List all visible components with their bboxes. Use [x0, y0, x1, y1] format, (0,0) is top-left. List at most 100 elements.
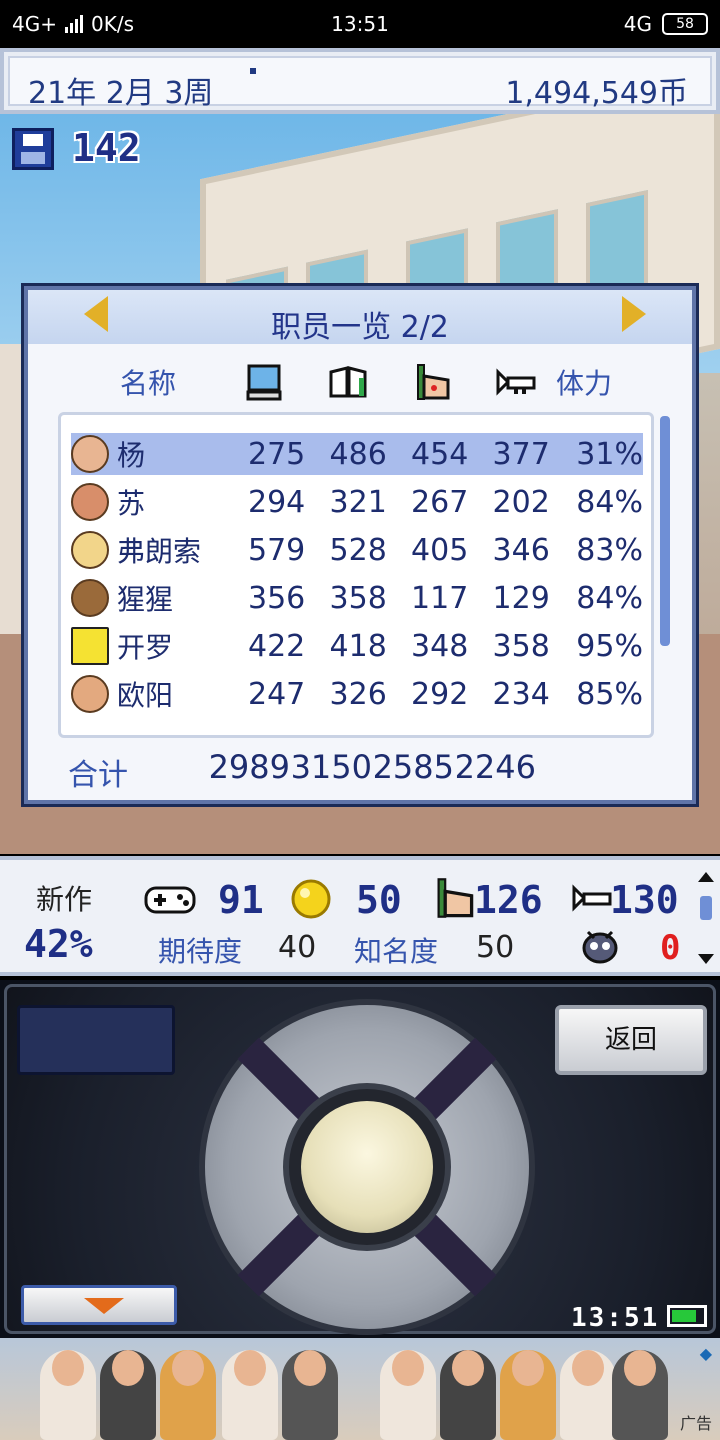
staff-avatar	[71, 531, 109, 569]
scroll-up-arrow-icon[interactable]	[698, 872, 714, 882]
paint-icon[interactable]	[412, 362, 452, 402]
stat-programming: 275	[248, 436, 306, 472]
stat-programming: 422	[248, 628, 306, 664]
staff-name: 杨	[117, 439, 146, 472]
staff-row[interactable]: 欧阳 247 326 292 234 85%	[71, 673, 643, 715]
stat-graphics: 454	[411, 436, 469, 472]
development-info-strip[interactable]: 新作 42% 91 50 126 130 期待度 40 知名度 50 0	[0, 856, 720, 976]
top-info-bar: 21年 2月 3周 1,494,549币	[0, 48, 720, 114]
stat-programming: 356	[248, 580, 306, 616]
staff-avatar	[71, 435, 109, 473]
stat-scenario: 528	[329, 532, 387, 568]
money-display: 1,494,549币	[505, 76, 688, 111]
ad-figure	[40, 1350, 96, 1440]
status-bar: 4G+ 0K/s 13:51 4G 58	[0, 0, 720, 48]
stat-stamina: 85%	[576, 676, 643, 712]
total-sound: 2246	[454, 748, 536, 786]
graphics-paint-icon	[437, 878, 474, 918]
staff-row[interactable]: 开罗 422 418 348 358 95%	[71, 625, 643, 667]
ad-figure	[160, 1350, 216, 1440]
new-title-label: 新作	[36, 883, 93, 916]
expectation-label: 期待度	[158, 935, 243, 968]
stat-scenario: 486	[329, 436, 387, 472]
scroll-down-arrow-icon[interactable]	[698, 954, 714, 964]
total-programming: 2989	[208, 748, 290, 786]
device-clock: 13:51	[571, 1303, 660, 1333]
staff-row[interactable]: 弗朗索 579 528 405 346 83%	[71, 529, 643, 571]
network-right-label: 4G	[623, 12, 652, 36]
stat-scenario: 321	[329, 484, 387, 520]
ad-figure	[560, 1350, 616, 1440]
stat-graphics: 405	[411, 532, 469, 568]
column-header-stamina[interactable]: 体力	[556, 360, 612, 404]
staff-list-scrollbar[interactable]	[660, 416, 670, 646]
save-count: 142	[72, 126, 141, 170]
creativity-value: 50	[356, 878, 402, 922]
staff-row[interactable]: 猩猩 356 358 117 129 84%	[71, 577, 643, 619]
confirm-button[interactable]	[283, 1083, 451, 1251]
stat-scenario: 358	[329, 580, 387, 616]
total-values: 2989 3150 2585 2246	[208, 748, 536, 786]
stat-graphics: 292	[411, 676, 469, 712]
ad-tag: 广告	[679, 1414, 712, 1433]
trumpet-icon[interactable]	[496, 362, 536, 402]
stat-graphics: 117	[411, 580, 469, 616]
stat-stamina: 31%	[576, 436, 643, 472]
back-button[interactable]: 返回	[555, 1005, 707, 1075]
ad-figure	[282, 1350, 338, 1440]
dpad[interactable]	[199, 999, 535, 1335]
total-label: 合计	[68, 758, 128, 793]
bug-monster-icon	[582, 930, 618, 964]
stat-stamina: 84%	[576, 484, 643, 520]
gamepad-icon	[144, 886, 196, 914]
controller-body: 返回 13:51	[4, 984, 716, 1335]
staff-avatar	[71, 483, 109, 521]
panel-header: 职员一览 2/2	[28, 290, 692, 345]
ad-figure	[440, 1350, 496, 1440]
fun-value: 91	[218, 878, 264, 922]
ad-figure	[100, 1350, 156, 1440]
game-date: 21年 2月 3周	[28, 76, 214, 111]
sound-trumpet-icon	[572, 884, 612, 912]
creativity-bulb-icon	[291, 879, 331, 919]
fame-label: 知名度	[354, 935, 439, 968]
stat-stamina: 83%	[576, 532, 643, 568]
save-disk-icon[interactable]	[12, 128, 54, 170]
stat-sound: 346	[492, 532, 550, 568]
ad-logo: ◆	[699, 1344, 712, 1363]
stat-programming: 247	[248, 676, 306, 712]
menu-button[interactable]	[17, 1005, 175, 1075]
staff-name: 开罗	[117, 631, 174, 664]
stat-graphics: 348	[411, 628, 469, 664]
panel-title: 职员一览 2/2	[271, 310, 449, 345]
column-header-name[interactable]: 名称	[120, 360, 176, 404]
staff-name: 欧阳	[117, 679, 174, 712]
ad-figure	[500, 1350, 556, 1440]
stat-programming: 294	[248, 484, 306, 520]
staff-row[interactable]: 苏 294 321 267 202 84%	[71, 481, 643, 523]
next-page-arrow-icon[interactable]	[622, 296, 646, 332]
fame-value: 50	[476, 930, 515, 965]
strip-scrollbar-thumb[interactable]	[700, 896, 712, 920]
stat-programming: 579	[248, 532, 306, 568]
staff-avatar	[71, 579, 109, 617]
total-scenario: 3150	[290, 748, 372, 786]
stat-sound: 377	[492, 436, 550, 472]
staff-name: 弗朗索	[117, 535, 202, 568]
staff-row[interactable]: 杨 275 486 454 377 31%	[71, 433, 643, 475]
computer-icon[interactable]	[244, 362, 284, 402]
stat-stamina: 95%	[576, 628, 643, 664]
development-progress: 42%	[24, 922, 93, 966]
virtual-controller: 返回 13:51	[0, 980, 720, 1338]
ad-banner[interactable]: ◆ 广告	[0, 1338, 720, 1440]
book-icon[interactable]	[328, 362, 368, 402]
ad-figure	[222, 1350, 278, 1440]
ad-figure	[380, 1350, 436, 1440]
staff-name: 苏	[117, 487, 146, 520]
stat-scenario: 418	[329, 628, 387, 664]
status-time: 13:51	[331, 12, 389, 36]
ad-figure	[612, 1350, 668, 1440]
collapse-down-button[interactable]	[21, 1285, 177, 1325]
tick-indicator	[250, 68, 256, 74]
battery-level-icon	[667, 1305, 707, 1327]
